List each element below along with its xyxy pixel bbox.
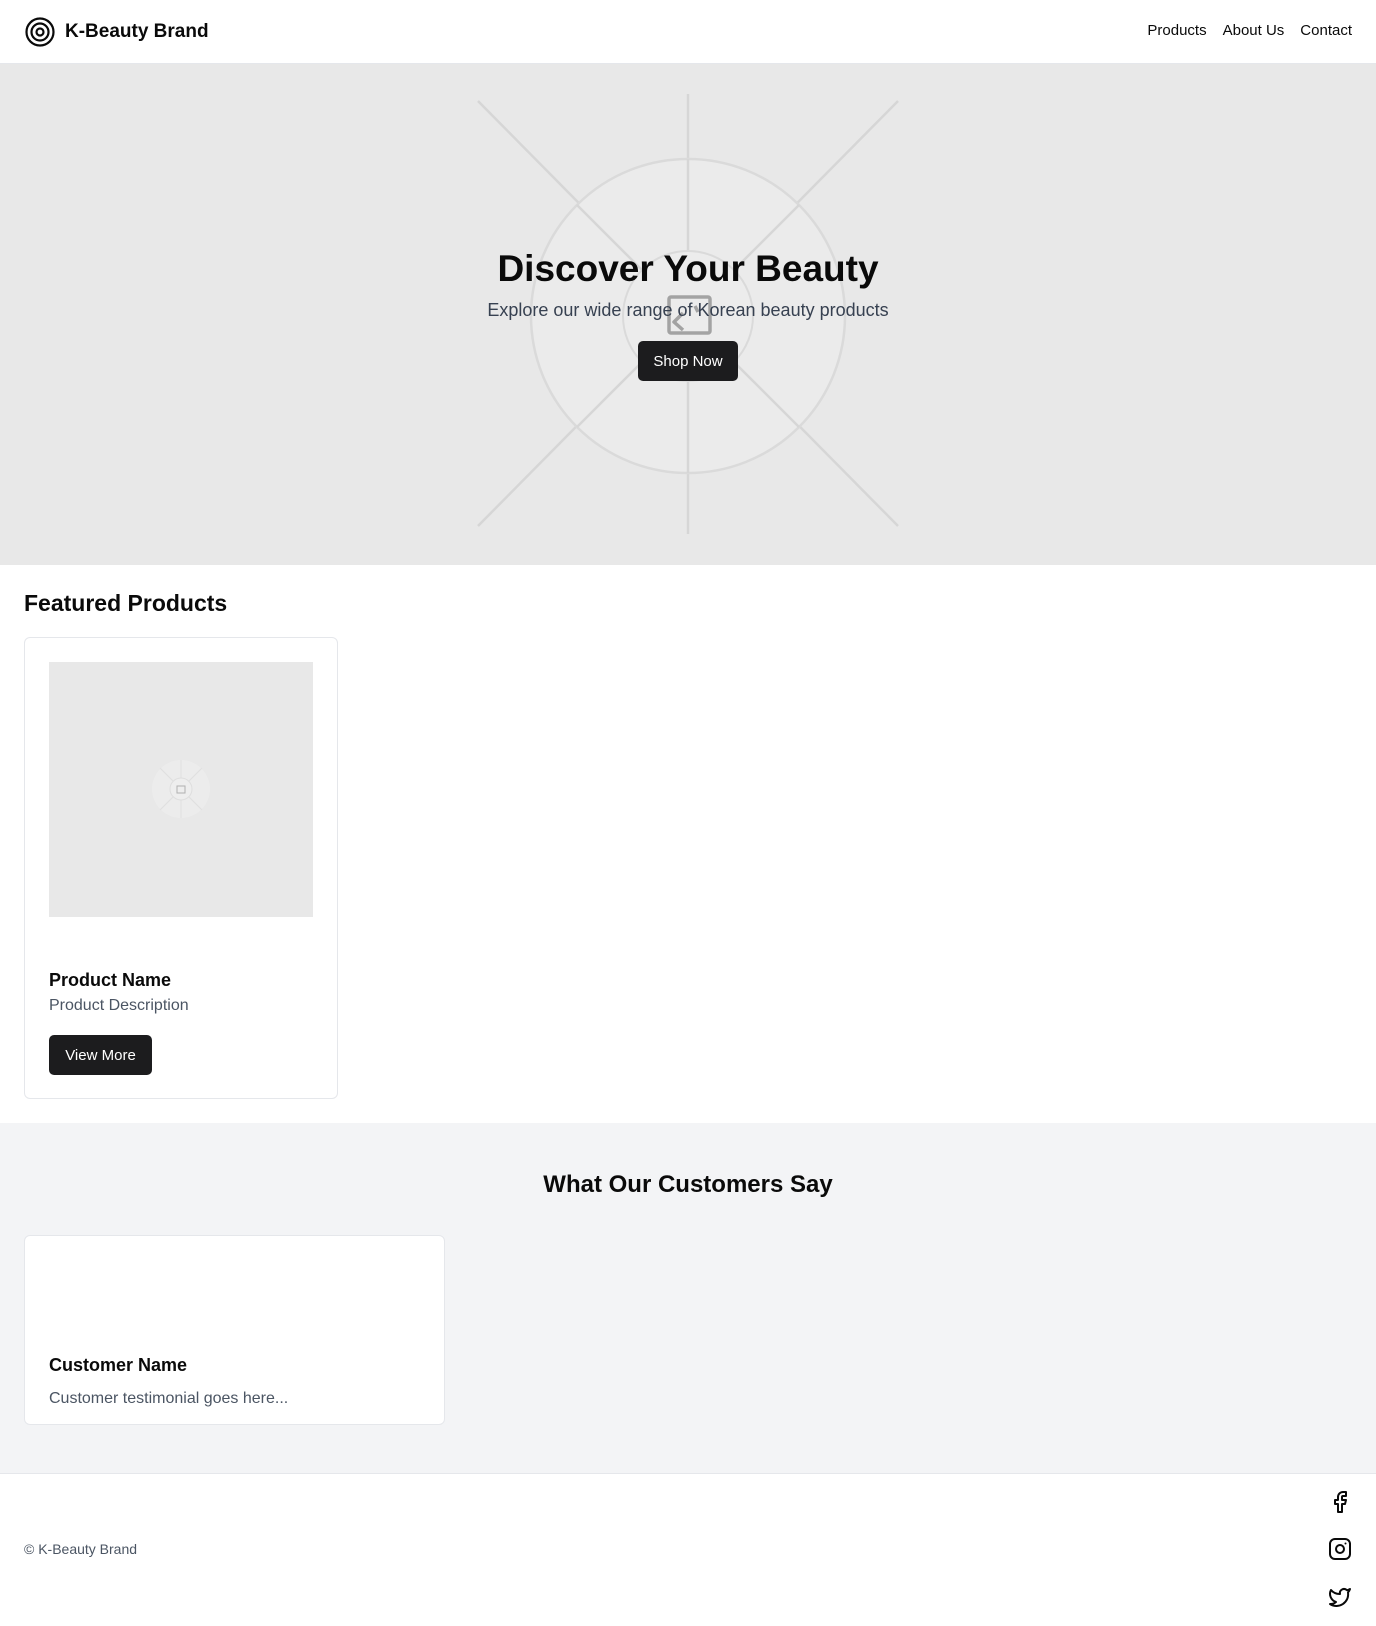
- site-footer: © K-Beauty Brand: [0, 1473, 1376, 1626]
- brand-logo[interactable]: K-Beauty Brand: [24, 16, 209, 48]
- nav-link-contact[interactable]: Contact: [1300, 22, 1352, 39]
- shop-now-button[interactable]: Shop Now: [638, 341, 738, 381]
- instagram-icon[interactable]: [1328, 1537, 1352, 1561]
- product-card: Product Name Product Description View Mo…: [24, 637, 338, 1099]
- brand-name: K-Beauty Brand: [65, 21, 209, 42]
- site-header: K-Beauty Brand Products About Us Contact: [0, 0, 1376, 64]
- nav-link-products[interactable]: Products: [1147, 22, 1206, 39]
- facebook-icon[interactable]: [1328, 1490, 1352, 1514]
- product-name: Product Name: [49, 970, 172, 990]
- product-image: [49, 662, 313, 917]
- target-icon: [24, 16, 56, 48]
- testimonials-section: What Our Customers Say Customer Name Cus…: [0, 1123, 1376, 1473]
- testimonial-card: Customer Name Customer testimonial goes …: [24, 1235, 445, 1425]
- image-placeholder-icon: [49, 662, 313, 917]
- twitter-icon[interactable]: [1328, 1585, 1352, 1609]
- view-more-button[interactable]: View More: [49, 1035, 152, 1075]
- hero-content: Discover Your Beauty Explore our wide ra…: [0, 64, 1376, 565]
- customer-testimonial: Customer testimonial goes here...: [49, 1390, 289, 1407]
- hero-section: Discover Your Beauty Explore our wide ra…: [0, 64, 1376, 565]
- product-description: Product Description: [49, 997, 189, 1014]
- customer-name: Customer Name: [49, 1355, 188, 1375]
- hero-title: Discover Your Beauty: [497, 248, 879, 289]
- testimonials-title: What Our Customers Say: [543, 1171, 833, 1198]
- main-nav: Products About Us Contact: [1147, 22, 1352, 39]
- hero-subtitle: Explore our wide range of Korean beauty …: [487, 300, 889, 320]
- nav-link-about[interactable]: About Us: [1223, 22, 1285, 39]
- copyright-text: © K-Beauty Brand: [24, 1541, 138, 1557]
- featured-products-title: Featured Products: [24, 590, 228, 616]
